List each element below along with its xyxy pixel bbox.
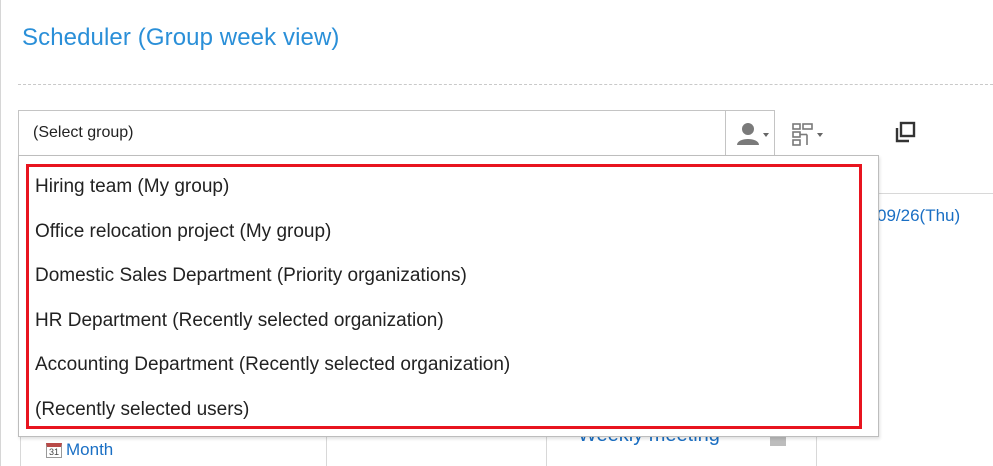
highlight-box xyxy=(26,164,862,429)
dropdown-option-hr-department[interactable]: HR Department (Recently selected organiz… xyxy=(35,310,444,332)
dropdown-option-hiring-team[interactable]: Hiring team (My group) xyxy=(35,176,229,198)
dropdown-option-office-relocation[interactable]: Office relocation project (My group) xyxy=(35,221,331,243)
calendar-icon: 31 xyxy=(46,442,62,458)
month-link-label: Month xyxy=(66,440,114,459)
group-dropdown-list: Hiring team (My group) Office relocation… xyxy=(18,155,879,437)
dropdown-option-accounting[interactable]: Accounting Department (Recently selected… xyxy=(35,354,510,376)
org-select-button[interactable] xyxy=(779,110,831,156)
organization-icon xyxy=(792,123,823,146)
dropdown-option-domestic-sales[interactable]: Domestic Sales Department (Priority orga… xyxy=(35,265,467,287)
dropdown-option-recent-users[interactable]: (Recently selected users) xyxy=(35,399,249,421)
title-divider xyxy=(18,84,993,85)
date-header[interactable]: 09/26(Thu) xyxy=(877,206,960,226)
page-title: Scheduler (Group week view) xyxy=(22,24,340,51)
group-select-value: (Select group) xyxy=(33,124,134,141)
group-select-input[interactable]: (Select group) xyxy=(18,110,726,156)
user-select-button[interactable] xyxy=(725,110,775,156)
left-border xyxy=(0,0,1,466)
month-link[interactable]: 31 Month xyxy=(46,440,113,460)
copy-icon[interactable] xyxy=(893,120,917,144)
user-icon xyxy=(737,123,769,145)
